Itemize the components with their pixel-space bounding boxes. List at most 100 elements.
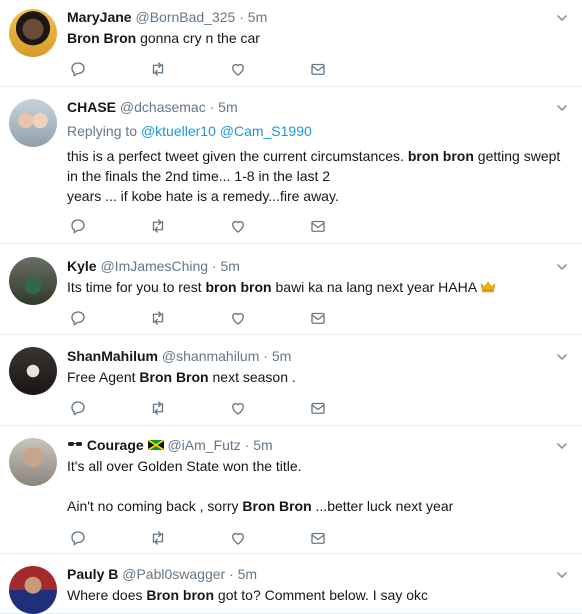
- direct-message-button[interactable]: [309, 399, 327, 417]
- sunglasses-icon: [68, 442, 82, 446]
- direct-message-button[interactable]: [309, 529, 327, 547]
- like-button[interactable]: [229, 529, 247, 547]
- text-segment: It's all over Golden State won the title…: [67, 458, 302, 474]
- user-name[interactable]: Pauly B: [67, 566, 118, 582]
- highlighted-keyword: Bron bron: [146, 587, 215, 603]
- tweet[interactable]: CHASE @dchasemac · 5m Replying to @ktuell…: [0, 87, 582, 244]
- tweet-header: ShanMahilum @shanmahilum · 5m: [67, 347, 291, 365]
- retweet-icon: [152, 531, 164, 545]
- reply-button[interactable]: [69, 399, 87, 417]
- direct-message-icon: [311, 532, 325, 544]
- avatar[interactable]: [9, 99, 57, 147]
- chevron-down-icon[interactable]: [556, 439, 568, 451]
- user-handle[interactable]: @iAm_Futz: [167, 437, 240, 453]
- highlighted-keyword: Bron Bron: [242, 498, 312, 514]
- chevron-down-icon[interactable]: [556, 260, 568, 272]
- reply-icon: [71, 531, 85, 546]
- avatar[interactable]: [9, 9, 57, 57]
- timestamp[interactable]: 5m: [218, 99, 237, 115]
- user-handle[interactable]: @Pabl0swagger: [122, 566, 225, 582]
- reply-button[interactable]: [69, 60, 87, 78]
- timestamp[interactable]: 5m: [253, 437, 272, 453]
- direct-message-icon: [311, 220, 325, 232]
- separator-dot: ·: [225, 566, 238, 582]
- direct-message-button[interactable]: [309, 60, 327, 78]
- reply-icon: [71, 401, 85, 416]
- retweet-button[interactable]: [149, 60, 167, 78]
- avatar[interactable]: [9, 347, 57, 395]
- reply-button[interactable]: [69, 217, 87, 235]
- replying-to-label: Replying to: [67, 123, 141, 139]
- tweet-text: Free Agent Bron Bron next season .: [67, 367, 296, 387]
- separator-dot: ·: [235, 9, 248, 25]
- like-icon: [232, 532, 244, 545]
- crown-icon: [480, 281, 496, 293]
- like-icon: [232, 63, 244, 76]
- user-name[interactable]: Kyle: [67, 258, 97, 274]
- tweet-text: It's all over Golden State won the title…: [67, 456, 453, 516]
- like-icon: [232, 312, 244, 325]
- chevron-down-icon[interactable]: [556, 568, 568, 580]
- timestamp[interactable]: 5m: [248, 9, 267, 25]
- like-icon: [232, 220, 244, 233]
- retweet-button[interactable]: [149, 399, 167, 417]
- replying-to: Replying to @ktueller10 @Cam_S1990: [67, 122, 312, 140]
- text-segment: got to? Comment below. I say okc: [214, 587, 429, 603]
- text-segment: Ain't no coming back , sorry: [67, 498, 243, 514]
- reply-button[interactable]: [69, 309, 87, 327]
- user-handle[interactable]: @ImJamesChing: [100, 258, 208, 274]
- timestamp[interactable]: 5m: [272, 348, 291, 364]
- text-segment: Where does: [67, 587, 147, 603]
- like-button[interactable]: [229, 217, 247, 235]
- separator-dot: ·: [240, 437, 254, 453]
- mention-link[interactable]: @ktueller10: [141, 123, 216, 139]
- tweet-text: Bron Bron gonna cry n the car: [67, 28, 260, 48]
- tweet-text-line: this is a perfect tweet given the curren…: [67, 146, 560, 166]
- separator-dot: ·: [205, 99, 219, 115]
- tweet-header: Kyle @ImJamesChing · 5m: [67, 257, 240, 275]
- retweet-button[interactable]: [149, 309, 167, 327]
- timestamp[interactable]: 5m: [221, 258, 240, 274]
- text-segment: in the finals the 2nd time... 1-8 in the…: [67, 168, 331, 184]
- user-handle[interactable]: @BornBad_325: [135, 9, 235, 25]
- like-button[interactable]: [229, 309, 247, 327]
- timestamp[interactable]: 5m: [238, 566, 257, 582]
- like-button[interactable]: [229, 60, 247, 78]
- user-name[interactable]: MaryJane: [67, 9, 132, 25]
- jamaica-flag-icon: [147, 439, 164, 451]
- user-name[interactable]: Courage: [87, 437, 144, 453]
- chevron-down-icon[interactable]: [556, 101, 568, 113]
- tweet[interactable]: ShanMahilum @shanmahilum · 5m Free Agent …: [0, 335, 582, 426]
- avatar[interactable]: [9, 566, 57, 614]
- user-handle[interactable]: @dchasemac: [120, 99, 206, 115]
- like-button[interactable]: [229, 399, 247, 417]
- user-name[interactable]: ShanMahilum: [67, 348, 158, 364]
- avatar[interactable]: [9, 257, 57, 305]
- separator-dot: ·: [208, 258, 221, 274]
- tweet-text-line: Free Agent Bron Bron next season .: [67, 367, 296, 387]
- tweet[interactable]: Kyle @ImJamesChing · 5m Its time for you …: [0, 244, 582, 335]
- chevron-down-icon[interactable]: [556, 350, 568, 362]
- highlighted-keyword: Bron Bron: [139, 369, 209, 385]
- user-name[interactable]: CHASE: [67, 99, 116, 115]
- direct-message-button[interactable]: [309, 217, 327, 235]
- chevron-down-icon[interactable]: [556, 11, 568, 23]
- tweet-header: Courage @iAm_Futz · 5m: [67, 436, 273, 454]
- mention-link[interactable]: @Cam_S1990: [220, 123, 312, 139]
- tweet[interactable]: Courage @iAm_Futz · 5m It's all over Gold…: [0, 426, 582, 554]
- text-segment: bawi ka na lang next year HAHA: [271, 279, 481, 295]
- tweet-header: Pauly B @Pabl0swagger · 5m: [67, 565, 257, 583]
- tweet[interactable]: MaryJane @BornBad_325 · 5m Bron Bron gonn…: [0, 0, 582, 87]
- retweet-button[interactable]: [149, 217, 167, 235]
- user-handle[interactable]: @shanmahilum: [162, 348, 259, 364]
- avatar[interactable]: [9, 438, 57, 486]
- tweet-text-line: [67, 476, 453, 496]
- tweet-text-line: in the finals the 2nd time... 1-8 in the…: [67, 166, 560, 186]
- retweet-button[interactable]: [149, 529, 167, 547]
- direct-message-button[interactable]: [309, 309, 327, 327]
- reply-button[interactable]: [69, 529, 87, 547]
- tweet[interactable]: Pauly B @Pabl0swagger · 5m Where does Bro…: [0, 554, 582, 614]
- text-segment: this is a perfect tweet given the curren…: [67, 148, 408, 164]
- text-segment: gonna cry n the car: [136, 30, 260, 46]
- retweet-icon: [152, 62, 164, 76]
